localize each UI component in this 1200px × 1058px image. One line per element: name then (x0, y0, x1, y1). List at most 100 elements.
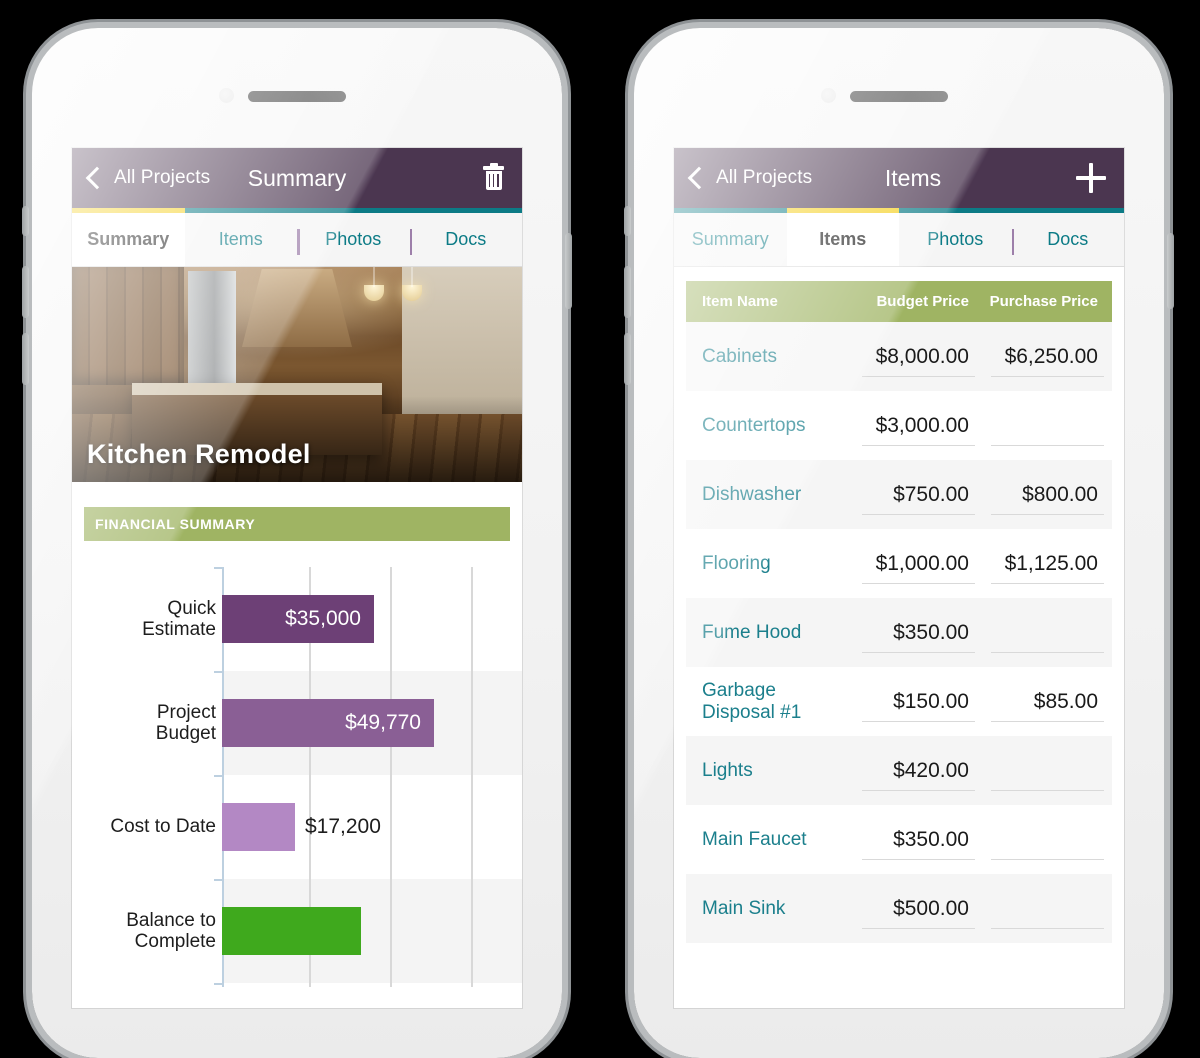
cell-item-name: Garbage Disposal #1 (702, 679, 802, 723)
cell-budget-price[interactable]: $3,000.00 (854, 391, 983, 460)
mute-switch[interactable] (624, 206, 631, 236)
column-header-purchase-price: Purchase Price (989, 293, 1098, 310)
volume-up-button[interactable] (22, 266, 29, 318)
cell-budget-price[interactable]: $350.00 (854, 805, 983, 874)
cell-budget-price[interactable]: $420.00 (854, 736, 983, 805)
cell-item-name: Main Faucet (702, 828, 807, 850)
cell-budget-price[interactable]: $500.00 (854, 874, 983, 943)
items-table-body: Cabinets $8,000.00 $6,250.00 Countertops… (674, 322, 1124, 943)
cell-item-name: Dishwasher (702, 483, 802, 505)
tabbar-right: Summary Items Photos Docs (674, 208, 1124, 267)
tab-label: Items (218, 229, 263, 249)
chart-bar: $35,000 (222, 595, 374, 643)
table-row[interactable]: Cabinets $8,000.00 $6,250.00 (686, 322, 1112, 391)
table-row[interactable]: Garbage Disposal #1 $150.00 $85.00 (686, 667, 1112, 736)
tab-summary-right[interactable]: Summary (674, 208, 787, 266)
chevron-left-icon (687, 166, 711, 190)
phone-device-right: All Projects Items Summary Items Photos (624, 28, 1174, 1058)
tab-items-right[interactable]: Items (786, 208, 899, 266)
tab-photos-right[interactable]: Photos (899, 208, 1012, 266)
cell-purchase-price[interactable]: $85.00 (983, 667, 1112, 736)
cell-item-name: Lights (702, 759, 753, 781)
table-row[interactable]: Countertops $3,000.00 (686, 391, 1112, 460)
cell-budget-price[interactable]: $1,000.00 (854, 529, 983, 598)
volume-down-button[interactable] (624, 333, 631, 385)
cell-purchase-price[interactable]: $6,250.00 (983, 322, 1112, 391)
chevron-left-icon (85, 166, 109, 190)
screen-right: All Projects Items Summary Items Photos (674, 148, 1124, 1008)
add-item-button[interactable] (1076, 163, 1106, 193)
column-header-item-name: Item Name (702, 293, 778, 310)
table-row[interactable]: Lights $420.00 (686, 736, 1112, 805)
cell-budget-price[interactable]: $8,000.00 (854, 322, 983, 391)
financial-summary-header: FINANCIAL SUMMARY (84, 507, 510, 541)
cell-budget-price[interactable]: $750.00 (854, 460, 983, 529)
plus-icon (1076, 163, 1106, 193)
volume-up-button[interactable] (624, 266, 631, 318)
back-label: All Projects (114, 167, 211, 188)
screen-left: All Projects Summary Summary Items Photo… (72, 148, 522, 1008)
tab-photos-left[interactable]: Photos (297, 208, 410, 266)
project-name: Kitchen Remodel (87, 439, 311, 469)
cell-item-name: Fume Hood (702, 621, 802, 643)
pendant-cord (411, 267, 413, 287)
tab-docs-right[interactable]: Docs (1011, 208, 1124, 266)
cabinets-region (72, 267, 184, 385)
chart-bar (222, 907, 361, 955)
chart-category-label: Quick Estimate (142, 597, 216, 640)
table-row[interactable]: Main Sink $500.00 (686, 874, 1112, 943)
cell-purchase-price[interactable] (983, 805, 1112, 874)
tab-label: Docs (445, 229, 487, 249)
chart-value-label: $49,770 (345, 711, 421, 734)
chart-bar: $49,770 (222, 699, 434, 747)
back-to-all-projects-button[interactable]: All Projects (687, 166, 813, 190)
table-row[interactable]: Main Faucet $350.00 (686, 805, 1112, 874)
chart-category-label: Balance to Complete (126, 909, 216, 952)
cell-purchase-price[interactable]: $800.00 (983, 460, 1112, 529)
navbar-items: All Projects Items (674, 148, 1124, 208)
tab-label: Photos (927, 229, 984, 249)
phone-device-left: All Projects Summary Summary Items Photo… (22, 28, 572, 1058)
table-row[interactable]: Fume Hood $350.00 (686, 598, 1112, 667)
pendant-cord (373, 267, 375, 287)
back-to-all-projects-button[interactable]: All Projects (85, 166, 211, 190)
tabbar-left: Summary Items Photos Docs (72, 208, 522, 267)
cell-item-name: Flooring (702, 552, 771, 574)
back-label: All Projects (716, 167, 813, 188)
power-button[interactable] (1167, 233, 1174, 309)
cell-purchase-price[interactable] (983, 598, 1112, 667)
navbar-summary: All Projects Summary (72, 148, 522, 208)
cell-budget-price[interactable]: $150.00 (854, 667, 983, 736)
table-row[interactable]: Dishwasher $750.00 $800.00 (686, 460, 1112, 529)
cell-purchase-price[interactable]: $1,125.00 (983, 529, 1112, 598)
column-header-budget-price: Budget Price (876, 293, 969, 310)
mute-switch[interactable] (22, 206, 29, 236)
items-table-header: Item Name Budget Price Purchase Price (686, 281, 1112, 322)
tab-summary-left[interactable]: Summary (72, 208, 185, 266)
cell-item-name: Main Sink (702, 897, 786, 919)
chart-value-label: $35,000 (285, 607, 361, 630)
front-camera-icon (821, 88, 836, 103)
chart-value-label: $17,200 (305, 815, 381, 838)
tab-label: Photos (325, 229, 382, 249)
table-row[interactable]: Flooring $1,000.00 $1,125.00 (686, 529, 1112, 598)
tab-docs-left[interactable]: Docs (409, 208, 522, 266)
cell-purchase-price[interactable] (983, 736, 1112, 805)
delete-project-button[interactable] (483, 163, 504, 190)
financial-summary-chart: Quick Estimate $35,000 Project Budget $4… (72, 567, 522, 987)
earpiece-speaker (248, 91, 346, 102)
cell-budget-price[interactable]: $350.00 (854, 598, 983, 667)
chart-category-label: Cost to Date (110, 816, 216, 838)
tab-items-left[interactable]: Items (184, 208, 297, 266)
cell-purchase-price[interactable] (983, 874, 1112, 943)
chart-row-project-budget: Project Budget $49,770 (72, 699, 522, 747)
power-button[interactable] (565, 233, 572, 309)
chart-bar (222, 803, 295, 851)
chart-category-label: Project Budget (155, 701, 216, 744)
project-hero-image[interactable]: Kitchen Remodel (72, 267, 522, 482)
trash-icon (483, 163, 504, 190)
chart-row-balance-to-complete: Balance to Complete (72, 907, 522, 955)
tab-label: Items (819, 229, 867, 249)
cell-purchase-price[interactable] (983, 391, 1112, 460)
volume-down-button[interactable] (22, 333, 29, 385)
